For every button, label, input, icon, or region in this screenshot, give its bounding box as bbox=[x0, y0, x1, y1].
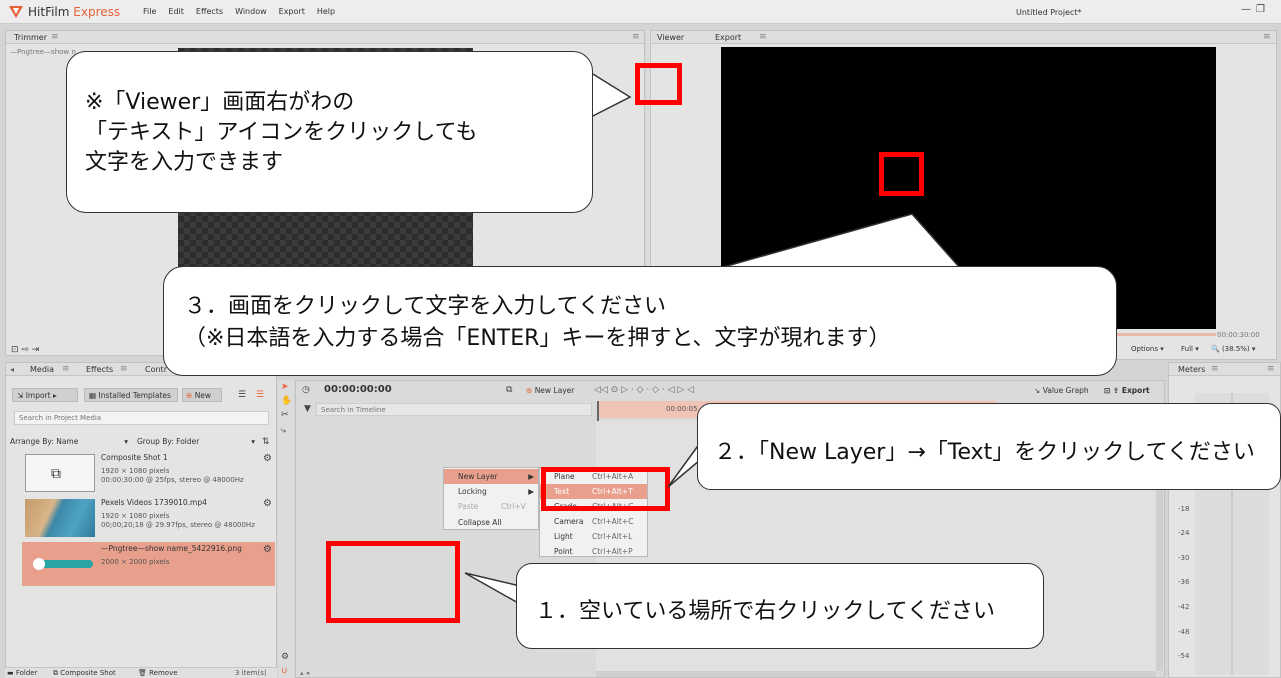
callout-line: 文字を入力できます bbox=[85, 150, 284, 175]
callout-text: ※「Viewer」画面右がわの 「テキスト」アイコンをクリックしても 文字を入力… bbox=[85, 88, 477, 178]
hitfilm-window: HitFilm Express File Edit Effects Window… bbox=[0, 0, 1281, 678]
callout-viewer-text-icon: ※「Viewer」画面右がわの 「テキスト」アイコンをクリックしても 文字を入力… bbox=[66, 51, 593, 213]
callout-line: ※「Viewer」画面右がわの bbox=[85, 90, 355, 115]
callout-tail-2 bbox=[667, 440, 701, 488]
callout-new-layer-text: ２．「New Layer」→「Text」をクリックしてください bbox=[697, 403, 1281, 490]
callout-click-screen: ３．画面をクリックして文字を入力してください （※日本語を入力する場合「ENTE… bbox=[163, 266, 1117, 376]
callout-line: （※日本語を入力する場合「ENTER」キーを押すと、文字が現れます） bbox=[184, 326, 891, 351]
callout-tail-1b bbox=[464, 572, 521, 606]
callout-line: ３．画面をクリックして文字を入力してください bbox=[184, 294, 667, 319]
callout-line: １．空いている場所で右クリックしてください bbox=[535, 599, 996, 624]
callout-right-click: １．空いている場所で右クリックしてください bbox=[516, 563, 1044, 649]
callout-line: 「テキスト」アイコンをクリックしても bbox=[85, 120, 478, 145]
callout-text: ３．画面をクリックして文字を入力してください （※日本語を入力する場合「ENTE… bbox=[184, 291, 891, 355]
callout-tail-3 bbox=[719, 213, 962, 269]
callout-line: ２．「New Layer」→「Text」をクリックしてください bbox=[714, 440, 1255, 465]
